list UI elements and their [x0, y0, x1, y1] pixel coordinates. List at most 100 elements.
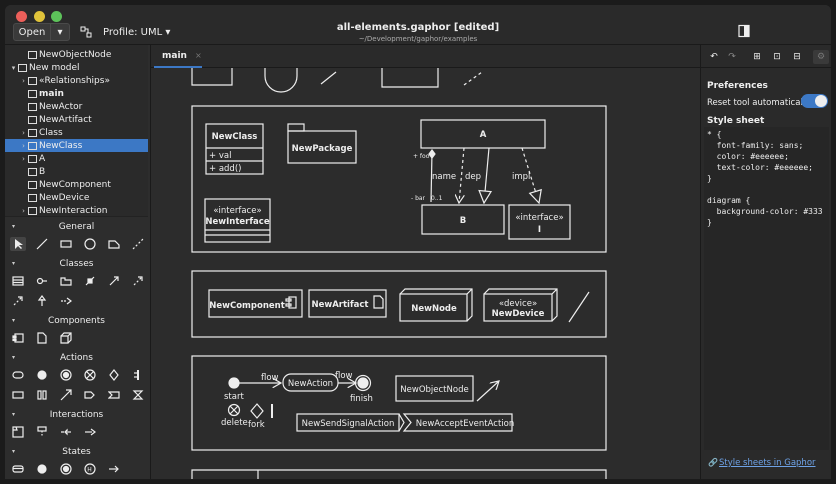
initial-node[interactable]: [228, 377, 240, 389]
connector-line[interactable]: [568, 291, 590, 323]
window-subtitle: ~/Development/gaphor/examples: [358, 35, 478, 43]
expander-icon[interactable]: ›: [19, 155, 28, 163]
tree-item[interactable]: main: [5, 87, 148, 100]
undo-button[interactable]: ↶: [706, 50, 722, 64]
close-window-button[interactable]: [16, 11, 27, 22]
expander-icon[interactable]: ›: [19, 142, 28, 150]
interface-i-name: I: [538, 225, 541, 235]
toolbox-section-header[interactable]: ▾ Classes: [5, 257, 148, 271]
tool-line-button[interactable]: [34, 237, 50, 251]
style-sheets-link[interactable]: Style sheets in Gaphor: [719, 458, 816, 468]
tool-assoc-button[interactable]: [82, 274, 98, 288]
expander-icon[interactable]: ›: [19, 77, 28, 85]
toolbox-section-header[interactable]: ▾ States: [5, 445, 148, 459]
tool-rect-button[interactable]: [58, 237, 74, 251]
tool-package-button[interactable]: [58, 274, 74, 288]
tool-transition-button[interactable]: [106, 462, 122, 476]
diagram-canvas[interactable]: NewClass + val + add() NewPackage «inter…: [151, 68, 701, 479]
tree-item[interactable]: NewActor: [5, 100, 148, 113]
tab-label: main: [162, 50, 187, 61]
expander-icon[interactable]: ▾: [9, 64, 18, 72]
tree-item[interactable]: › NewClass: [5, 139, 148, 152]
tool-fork-button[interactable]: [130, 368, 146, 382]
style-sheet-editor[interactable]: * { font-family: sans; color: #eeeeee; t…: [704, 127, 829, 450]
redo-button[interactable]: ↷: [724, 50, 740, 64]
toolbox-section-label: Interactions: [49, 410, 104, 420]
final-icon: [60, 369, 72, 381]
minimize-window-button[interactable]: [34, 11, 45, 22]
tree-item-label: New model: [29, 62, 80, 73]
tool-circle-button[interactable]: [82, 237, 98, 251]
tree-item[interactable]: ▾ New model: [5, 61, 148, 74]
tool-dashed-button[interactable]: [130, 237, 146, 251]
tool-send-button[interactable]: [82, 388, 98, 402]
generalization-line[interactable]: [484, 147, 489, 203]
tool-artifact-button[interactable]: [34, 331, 50, 345]
tool-dep-button[interactable]: [10, 294, 26, 308]
tool-pointer-button[interactable]: [10, 237, 26, 251]
tree-item[interactable]: › «Relationships»: [5, 74, 148, 87]
tool-interface-button[interactable]: [34, 274, 50, 288]
tool-final-button[interactable]: [58, 368, 74, 382]
tab-main[interactable]: main ×: [154, 45, 202, 68]
tool-class-button[interactable]: [10, 274, 26, 288]
transition-icon: [109, 465, 119, 473]
tool-decision-button[interactable]: [106, 368, 122, 382]
object-flow[interactable]: [476, 381, 499, 402]
tool-history-button[interactable]: H: [82, 462, 98, 476]
tool-accept-button[interactable]: [106, 388, 122, 402]
expander-icon[interactable]: ›: [19, 207, 28, 215]
maximize-window-button[interactable]: [51, 11, 62, 22]
tree-item[interactable]: B: [5, 165, 148, 178]
reset-tool-switch[interactable]: [801, 94, 828, 108]
tool-impl-button[interactable]: [58, 294, 74, 308]
tool-component-button[interactable]: [10, 331, 26, 345]
tool-object-button[interactable]: [10, 388, 26, 402]
element-icon: [28, 154, 37, 163]
model-browser: NewObjectNode ▾ New model › «Relationships» m…: [5, 45, 148, 216]
tool-action-button[interactable]: [10, 368, 26, 382]
element-icon: [28, 193, 37, 202]
toolbox-section-label: Classes: [59, 259, 94, 269]
zoom-in-button[interactable]: ⊞: [749, 50, 765, 64]
tool-lifeline-button[interactable]: [34, 425, 50, 439]
zoom-out-button[interactable]: ⊟: [789, 50, 805, 64]
toolbox-section-header[interactable]: ▾ General: [5, 220, 148, 234]
zoom-100-button[interactable]: ⊡: [769, 50, 785, 64]
tool-message-button[interactable]: [82, 425, 98, 439]
tool-shape-button[interactable]: [106, 237, 122, 251]
tool-final-button[interactable]: [58, 462, 74, 476]
history-icon: H: [84, 463, 96, 475]
close-tab-icon[interactable]: ×: [195, 51, 202, 60]
toolbox-section-header[interactable]: ▾ Components: [5, 314, 148, 328]
settings-button[interactable]: ⚙: [813, 50, 829, 64]
tool-time-button[interactable]: [130, 388, 146, 402]
tool-pins-button[interactable]: [34, 388, 50, 402]
toggle-properties-button[interactable]: [737, 23, 751, 38]
tree-item[interactable]: › A: [5, 152, 148, 165]
decision-node[interactable]: [250, 403, 264, 419]
tree-item[interactable]: NewComponent: [5, 178, 148, 191]
tool-flowfinal-button[interactable]: [82, 368, 98, 382]
tool-assoc2-button[interactable]: [106, 274, 122, 288]
tool-flow-button[interactable]: [58, 388, 74, 402]
tree-item[interactable]: NewObjectNode: [5, 48, 148, 61]
tree-item[interactable]: NewDevice: [5, 191, 148, 204]
tool-initial-button[interactable]: [34, 462, 50, 476]
tool-interaction-button[interactable]: [10, 425, 26, 439]
frame-actions: [191, 355, 607, 451]
tree-item[interactable]: › Class: [5, 126, 148, 139]
tree-item[interactable]: NewArtifact: [5, 113, 148, 126]
tool-gen-button[interactable]: [34, 294, 50, 308]
toolbox-section-header[interactable]: ▾ Interactions: [5, 408, 148, 422]
tool-node-button[interactable]: [58, 331, 74, 345]
flow-label: flow: [261, 373, 279, 383]
expander-icon[interactable]: ›: [19, 129, 28, 137]
dependency-line[interactable]: [459, 147, 465, 203]
tool-initial-button[interactable]: [34, 368, 50, 382]
tool-state-button[interactable]: [10, 462, 26, 476]
tool-assoc3-button[interactable]: [130, 274, 146, 288]
toolbox-section-header[interactable]: ▾ Actions: [5, 351, 148, 365]
tree-item[interactable]: › NewInteraction: [5, 204, 148, 216]
tool-exec-button[interactable]: [58, 425, 74, 439]
